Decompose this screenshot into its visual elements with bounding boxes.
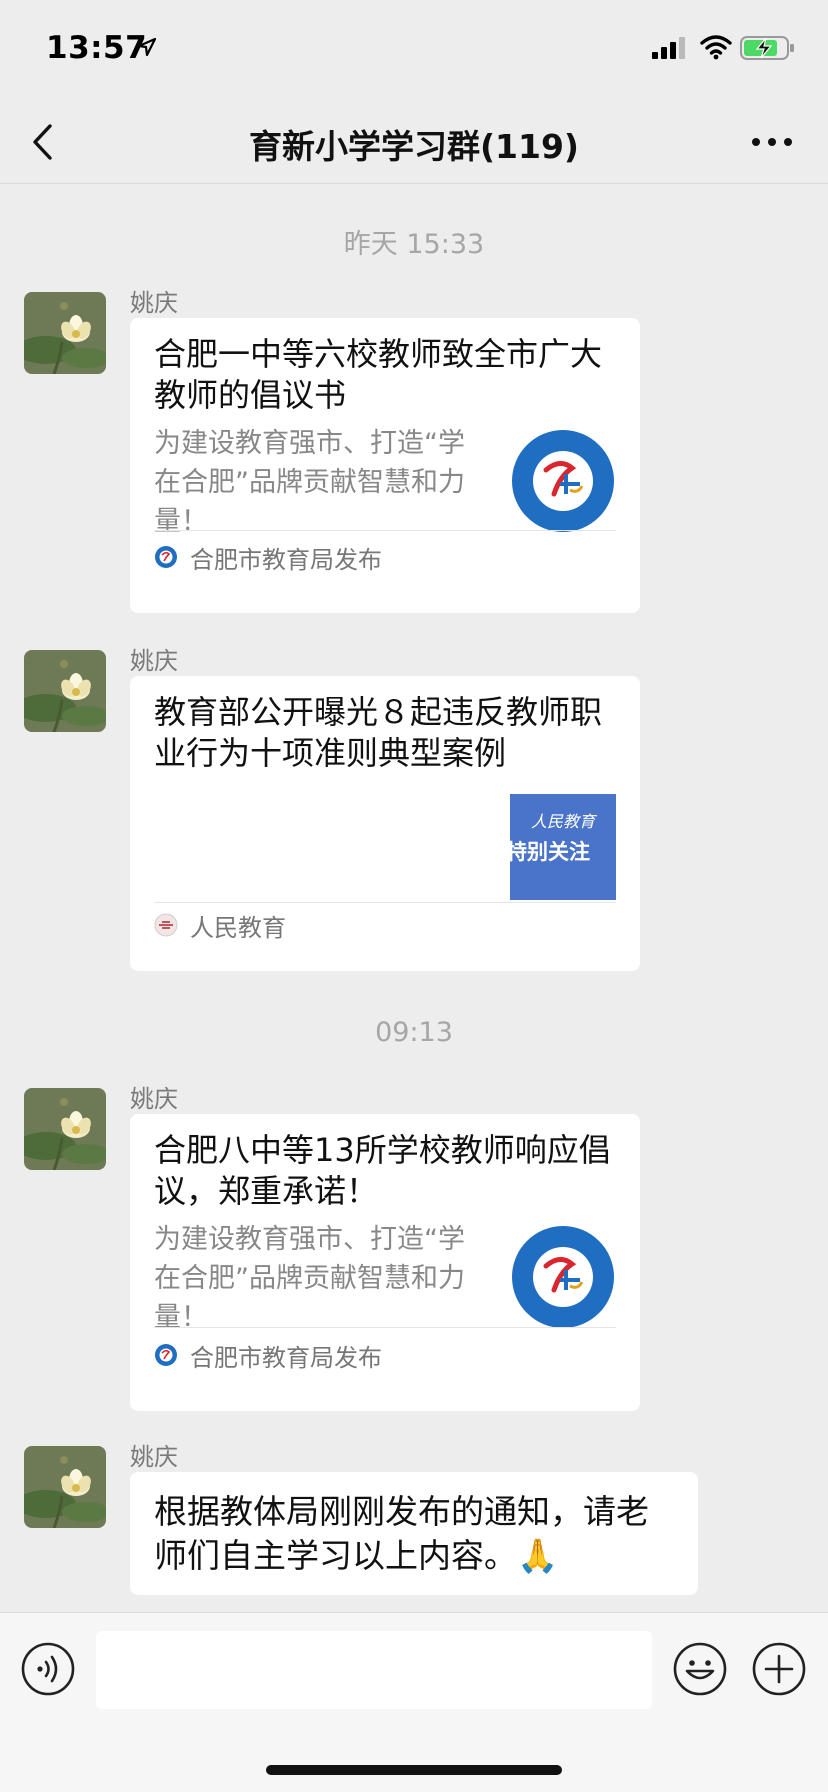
sender-name: 姚庆 bbox=[130, 289, 178, 317]
sender-avatar[interactable] bbox=[24, 650, 106, 732]
sender-avatar[interactable] bbox=[24, 292, 106, 374]
wifi-icon bbox=[700, 35, 732, 60]
banner-line-2: 特别关注 bbox=[510, 840, 590, 864]
article-source: 合肥市教育局发布 bbox=[154, 1340, 382, 1372]
education-bureau-icon bbox=[155, 546, 177, 568]
article-source: 人民教育 bbox=[154, 910, 286, 942]
nav-bar: 育新小学学习群(119) bbox=[0, 100, 828, 184]
source-name: 合肥市教育局发布 bbox=[190, 1343, 382, 1372]
text-message-bubble[interactable]: 根据教体局刚刚发布的通知，请老师们自主学习以上内容。🙏 bbox=[130, 1472, 698, 1595]
status-bar: 13:57 bbox=[0, 0, 828, 100]
cellular-signal-icon bbox=[652, 37, 685, 59]
card-divider bbox=[154, 1327, 616, 1328]
voice-input-icon[interactable] bbox=[20, 1641, 76, 1697]
card-divider bbox=[154, 530, 616, 531]
article-title: 教育部公开曝光８起违反教师职业行为十项准则典型案例 bbox=[154, 693, 603, 772]
article-title: 合肥八中等13所学校教师响应倡议，郑重承诺！ bbox=[154, 1131, 611, 1210]
location-arrow-icon bbox=[138, 38, 156, 56]
message-timestamp: 昨天 15:33 bbox=[343, 229, 485, 260]
lotus-avatar-image bbox=[24, 650, 106, 732]
article-description: 为建设教育强市、打造“学在合肥”品牌贡献智慧和力量！ bbox=[154, 428, 465, 537]
article-source: 合肥市教育局发布 bbox=[154, 542, 382, 574]
message-timestamp: 09:13 bbox=[375, 1017, 453, 1048]
lotus-avatar-image bbox=[24, 1088, 106, 1170]
article-card[interactable]: 合肥八中等13所学校教师响应倡议，郑重承诺！ 为建设教育强市、打造“学在合肥”品… bbox=[130, 1114, 640, 1411]
battery-charging-icon bbox=[740, 36, 794, 60]
more-options-icon[interactable] bbox=[750, 136, 794, 148]
people-education-icon bbox=[154, 913, 178, 937]
banner-line-1: 人民教育 bbox=[530, 812, 595, 831]
education-bureau-icon bbox=[155, 1344, 177, 1366]
sender-name: 姚庆 bbox=[130, 1443, 178, 1471]
education-bureau-logo-thumbnail bbox=[512, 430, 614, 532]
education-bureau-logo-thumbnail bbox=[512, 1226, 614, 1328]
source-name: 合肥市教育局发布 bbox=[190, 545, 382, 574]
card-divider bbox=[154, 902, 616, 903]
message-text-input[interactable] bbox=[96, 1631, 652, 1709]
chat-title: 育新小学学习群(119) bbox=[248, 127, 580, 166]
article-card[interactable]: 合肥一中等六校教师致全市广大教师的倡议书 为建设教育强市、打造“学在合肥”品牌贡… bbox=[130, 318, 640, 613]
article-description: 为建设教育强市、打造“学在合肥”品牌贡献智慧和力量！ bbox=[154, 1224, 465, 1333]
chat-area[interactable]: 昨天 15:33 姚庆 合肥一中等六校教师致全市广大教师的倡议书 为建设教育强市… bbox=[0, 185, 828, 1612]
sender-avatar[interactable] bbox=[24, 1446, 106, 1528]
sender-name: 姚庆 bbox=[130, 1085, 178, 1113]
sender-name: 姚庆 bbox=[130, 647, 178, 675]
status-time: 13:57 bbox=[46, 30, 148, 66]
people-education-banner-thumbnail: 人民教育 特别关注 bbox=[510, 794, 616, 900]
lotus-avatar-image bbox=[24, 292, 106, 374]
article-title: 合肥一中等六校教师致全市广大教师的倡议书 bbox=[154, 335, 603, 414]
article-card[interactable]: 教育部公开曝光８起违反教师职业行为十项准则典型案例 人民教育 特别关注 人民教育 bbox=[130, 676, 640, 971]
home-indicator bbox=[266, 1765, 562, 1775]
lotus-avatar-image bbox=[24, 1446, 106, 1528]
source-name: 人民教育 bbox=[190, 913, 286, 942]
emoji-icon[interactable] bbox=[672, 1641, 728, 1697]
add-more-icon[interactable] bbox=[751, 1641, 807, 1697]
sender-avatar[interactable] bbox=[24, 1088, 106, 1170]
